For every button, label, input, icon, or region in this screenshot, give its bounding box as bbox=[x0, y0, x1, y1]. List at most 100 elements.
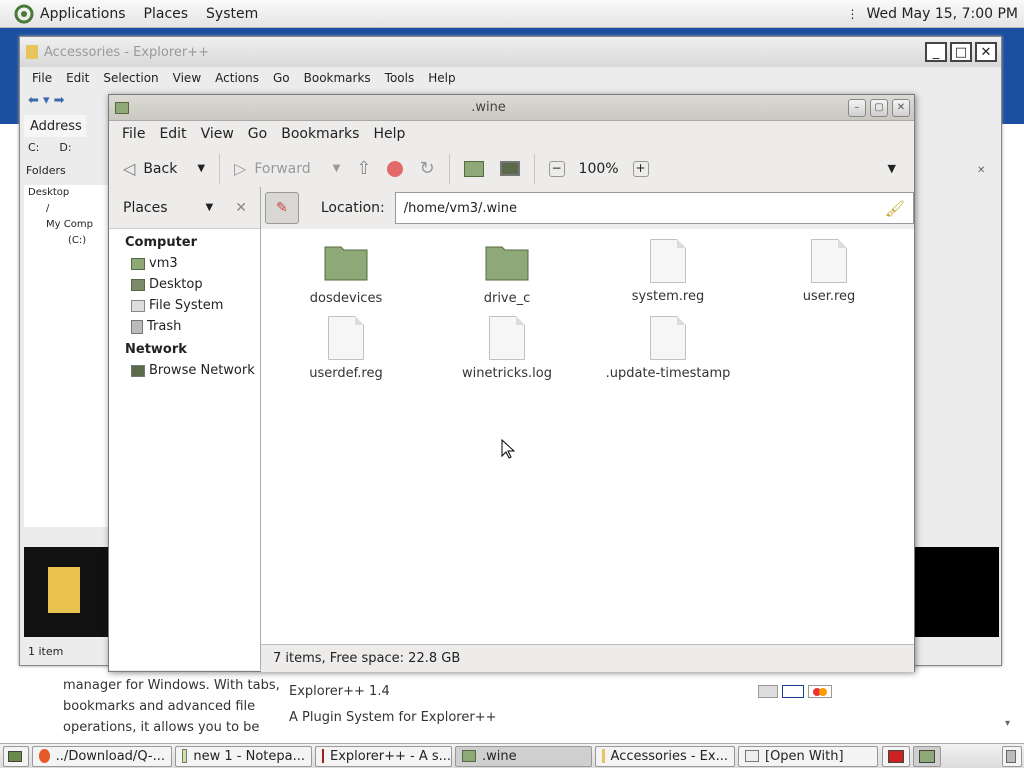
sidebar-item-file-system[interactable]: File System bbox=[109, 295, 260, 316]
explorer-menu-selection[interactable]: Selection bbox=[97, 71, 164, 85]
explorer-menu-file[interactable]: File bbox=[26, 71, 58, 85]
location-value: /home/vm3/.wine bbox=[403, 200, 518, 216]
task-open-with[interactable]: [Open With] bbox=[738, 745, 878, 767]
main-toolbar: ◁ Back ▼ ▷ Forward ▼ ⇧ ↻ − 100% + ▼ bbox=[109, 147, 914, 191]
close-button[interactable]: ✕ bbox=[892, 98, 910, 117]
location-toggle-button[interactable]: ✎ bbox=[265, 192, 299, 224]
menu-bookmarks[interactable]: Bookmarks bbox=[274, 126, 366, 142]
explorer-menu-bookmarks[interactable]: Bookmarks bbox=[298, 71, 377, 85]
file-item[interactable]: .update-timestamp bbox=[603, 316, 733, 381]
sidebar-item-vm3[interactable]: vm3 bbox=[109, 253, 260, 274]
explorer-menu-tools[interactable]: Tools bbox=[379, 71, 421, 85]
sidebar-item-desktop[interactable]: Desktop bbox=[109, 274, 260, 295]
task-notepad[interactable]: new 1 - Notepa... bbox=[175, 745, 312, 767]
back-button[interactable]: ◁ Back ▼ bbox=[115, 152, 213, 186]
file-name: winetricks.log bbox=[462, 366, 552, 381]
file-item[interactable]: dosdevices bbox=[281, 241, 411, 306]
payment-icons bbox=[758, 685, 832, 698]
page-news-link[interactable]: A Plugin System for Explorer++ bbox=[289, 707, 496, 728]
forward-history-chevron-icon[interactable]: ▼ bbox=[333, 163, 341, 174]
zoom-level[interactable]: 100% bbox=[579, 161, 619, 177]
menu-view[interactable]: View bbox=[194, 126, 241, 142]
tree-item-mycomputer[interactable]: My Comp bbox=[28, 217, 110, 233]
minimize-button[interactable]: – bbox=[848, 98, 866, 117]
document-icon bbox=[650, 239, 686, 283]
sidebar-close-icon[interactable]: ✕ bbox=[235, 200, 247, 216]
drive-c-button[interactable]: C: bbox=[28, 141, 39, 154]
folders-close-icon[interactable]: ✕ bbox=[977, 165, 985, 176]
task-accessories-explorer[interactable]: Accessories - Ex... bbox=[595, 745, 735, 767]
back-history-chevron-icon[interactable]: ▼ bbox=[197, 163, 205, 174]
folder-icon bbox=[462, 750, 476, 762]
home-button[interactable] bbox=[456, 152, 492, 186]
explorer-menu-help[interactable]: Help bbox=[422, 71, 461, 85]
workspace-2[interactable] bbox=[913, 745, 941, 767]
toolbar-overflow-button[interactable]: ▼ bbox=[880, 152, 904, 186]
explorer-drive-bar: C: D: bbox=[28, 141, 72, 154]
task-wine-folder[interactable]: .wine bbox=[455, 745, 592, 767]
explorer-menu-view[interactable]: View bbox=[167, 71, 207, 85]
explorer-menu-go[interactable]: Go bbox=[267, 71, 296, 85]
stop-button[interactable] bbox=[379, 152, 411, 186]
show-desktop-button[interactable] bbox=[3, 745, 29, 767]
zoom-out-icon: − bbox=[548, 160, 565, 177]
applications-menu-label: Applications bbox=[40, 5, 126, 22]
folder-tree[interactable]: Desktop / My Comp (C:) bbox=[24, 185, 110, 527]
sidebar-item-trash[interactable]: Trash bbox=[109, 316, 260, 337]
scroll-down-icon[interactable]: ▾ bbox=[1005, 718, 1019, 738]
file-name: system.reg bbox=[631, 289, 705, 304]
sidebar-type-chevron-icon[interactable]: ▼ bbox=[206, 202, 214, 213]
menu-edit[interactable]: Edit bbox=[152, 126, 193, 142]
drive-d-button[interactable]: D: bbox=[59, 141, 71, 154]
sidebar-item-browse-network[interactable]: Browse Network bbox=[109, 360, 260, 381]
explorer-menu-actions[interactable]: Actions bbox=[209, 71, 265, 85]
sidebar-section-computer: Computer bbox=[125, 235, 198, 250]
explorer-back-icon[interactable]: ⬅ ▾ ➡ bbox=[28, 93, 65, 108]
task-label: ../Download/Q-... bbox=[55, 748, 165, 764]
location-input[interactable]: /home/vm3/.wine 🖌 bbox=[394, 192, 914, 224]
task-explorer-browser[interactable]: Explorer++ - A s... bbox=[315, 745, 452, 767]
system-menu[interactable]: System bbox=[202, 6, 262, 22]
toolbar-separator bbox=[533, 153, 535, 184]
tree-item-desktop[interactable]: Desktop bbox=[28, 185, 110, 201]
forward-button[interactable]: ▷ Forward ▼ bbox=[226, 152, 348, 186]
zoom-out-button[interactable]: − bbox=[541, 152, 573, 186]
applications-menu[interactable]: Applications bbox=[10, 4, 130, 24]
zoom-in-button[interactable]: + bbox=[625, 152, 657, 186]
clear-location-icon[interactable]: 🖌 bbox=[885, 199, 905, 218]
maximize-button[interactable]: ▢ bbox=[870, 98, 888, 117]
file-item[interactable]: drive_c bbox=[442, 241, 572, 306]
sidebar-type-label[interactable]: Places bbox=[123, 200, 168, 216]
up-button[interactable]: ⇧ bbox=[348, 152, 379, 186]
file-manager-titlebar[interactable]: .wine – ▢ ✕ bbox=[109, 95, 914, 121]
file-manager-window: .wine – ▢ ✕ File Edit View Go Bookmarks … bbox=[108, 94, 915, 672]
explorer-app-icon bbox=[26, 45, 38, 59]
minimize-button[interactable]: _ bbox=[925, 42, 947, 62]
menu-help[interactable]: Help bbox=[366, 126, 412, 142]
close-button[interactable]: ✕ bbox=[975, 42, 997, 62]
page-news-link[interactable]: Explorer++ 1.4 bbox=[289, 681, 390, 702]
computer-button[interactable] bbox=[492, 152, 528, 186]
workspace-1[interactable] bbox=[882, 745, 910, 767]
file-item[interactable]: system.reg bbox=[603, 239, 733, 304]
file-item[interactable]: user.reg bbox=[764, 239, 894, 304]
tree-item-root[interactable]: / bbox=[28, 201, 110, 217]
file-name: userdef.reg bbox=[309, 366, 383, 381]
maximize-button[interactable]: □ bbox=[950, 42, 972, 62]
file-item[interactable]: winetricks.log bbox=[442, 316, 572, 381]
pencil-icon: ✎ bbox=[276, 200, 288, 216]
reload-button[interactable]: ↻ bbox=[411, 152, 442, 186]
trash-applet[interactable] bbox=[1002, 745, 1022, 767]
menu-go[interactable]: Go bbox=[241, 126, 274, 142]
explorer-titlebar[interactable]: Accessories - Explorer++ _ □ ✕ bbox=[20, 37, 1001, 67]
menu-file[interactable]: File bbox=[115, 126, 152, 142]
overflow-chevron-icon: ▼ bbox=[887, 162, 896, 175]
file-name: .update-timestamp bbox=[605, 366, 731, 381]
file-item[interactable]: userdef.reg bbox=[281, 316, 411, 381]
task-firefox-download[interactable]: ../Download/Q-... bbox=[32, 745, 172, 767]
panel-clock[interactable]: ⋮ Wed May 15, 7:00 PM bbox=[847, 6, 1019, 22]
tree-item-c-drive[interactable]: (C:) bbox=[28, 233, 110, 249]
trash-icon bbox=[131, 319, 143, 334]
places-menu[interactable]: Places bbox=[140, 6, 193, 22]
explorer-menu-edit[interactable]: Edit bbox=[60, 71, 95, 85]
